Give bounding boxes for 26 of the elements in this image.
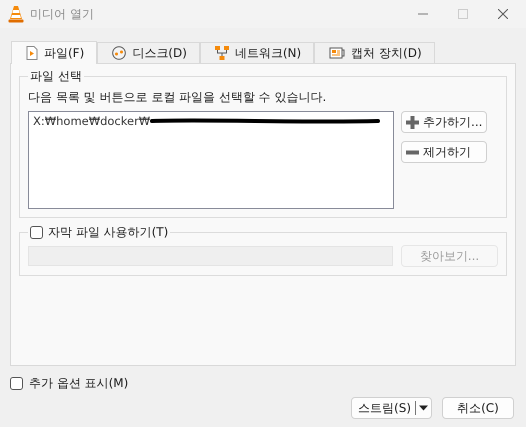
file-path[interactable]: X:₩home₩docker₩	[33, 114, 150, 128]
remove-button[interactable]: 제거하기	[401, 141, 488, 163]
group-title: 파일 선택	[29, 68, 83, 85]
tab[interactable]: 네트워크(N)	[200, 42, 314, 63]
network-icon	[214, 46, 229, 60]
window-title: 미디어 열기	[30, 6, 94, 22]
maximize-icon	[458, 9, 468, 19]
file-list[interactable]: X:₩home₩docker₩	[28, 111, 394, 209]
description-text: 다음 목록 및 버튼으로 로컬 파일을 선택할 수 있습니다.	[28, 89, 328, 106]
plus-icon	[406, 116, 419, 128]
file-icon	[26, 46, 38, 60]
checkbox-label[interactable]: 추가 옵션 표시(M)	[29, 375, 128, 392]
cone-icon	[8, 5, 24, 23]
tab[interactable]: 캡처 장치(D)	[314, 42, 435, 63]
capture-card-icon	[329, 46, 346, 60]
tab[interactable]: 디스크(D)	[97, 42, 200, 63]
checkbox[interactable]	[10, 377, 23, 390]
close-icon[interactable]	[498, 9, 508, 19]
stream-button[interactable]: 스트림(S)	[351, 397, 432, 419]
dropdown-caret-icon	[415, 401, 428, 415]
checkbox-label[interactable]: 자막 파일 사용하기(T)	[48, 224, 168, 241]
checkbox[interactable]	[30, 226, 43, 239]
disc-icon	[112, 46, 126, 60]
add-button[interactable]: 추가하기...	[401, 111, 488, 133]
cancel-button[interactable]: 취소(C)	[442, 397, 514, 419]
tab[interactable]: 파일(F)	[11, 41, 98, 64]
